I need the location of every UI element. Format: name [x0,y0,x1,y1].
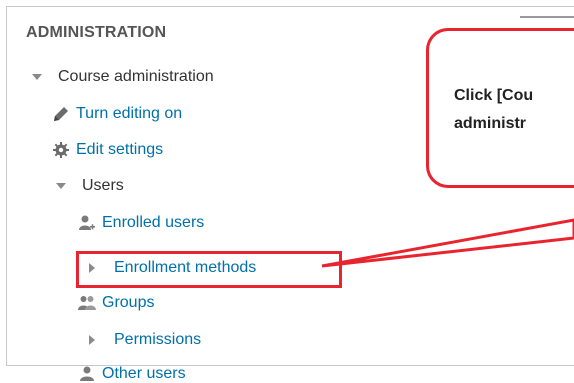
callout-line-1: Click [Cou [454,87,534,104]
callout-line-2: administr [454,115,527,132]
callout-text: Click [Cou administr [454,82,533,138]
